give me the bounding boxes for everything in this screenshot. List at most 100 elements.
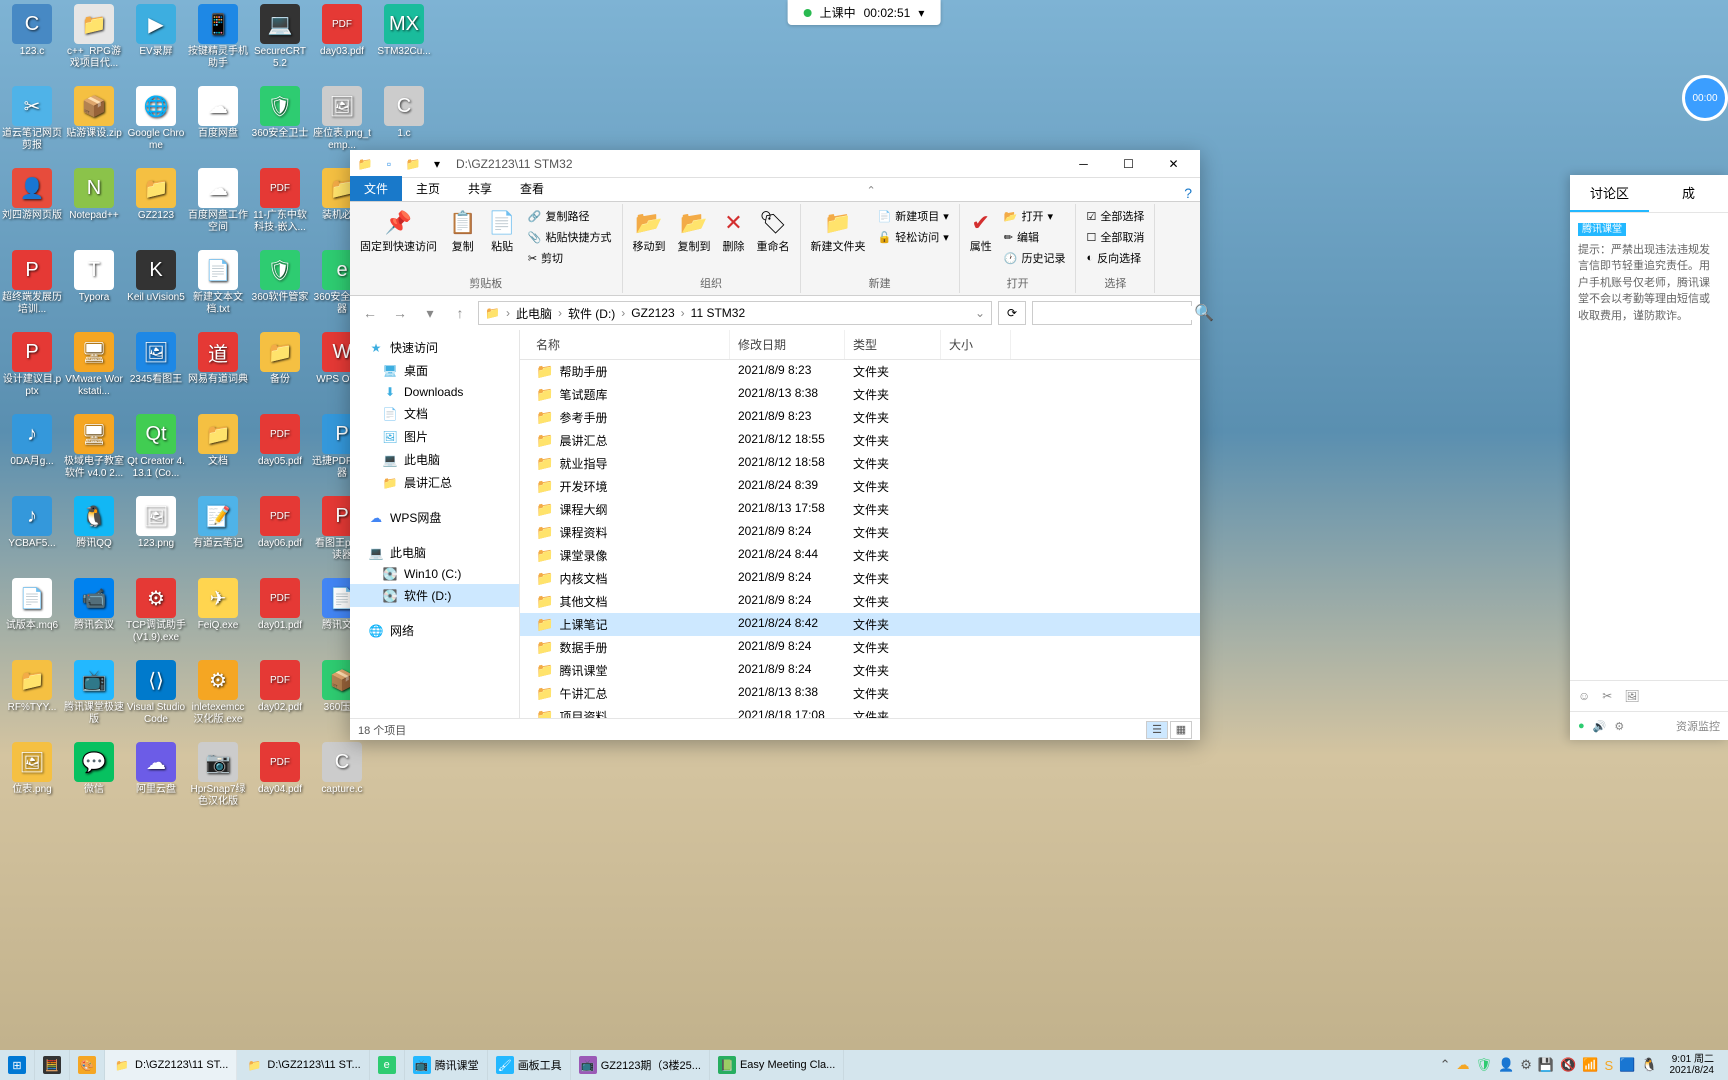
move-to-button[interactable]: 📂移动到 bbox=[629, 206, 670, 256]
desktop-icon[interactable]: P超终端发展历培训... bbox=[2, 250, 62, 316]
close-button[interactable]: ✕ bbox=[1151, 150, 1196, 178]
open-button[interactable]: 📂 打开 ▾ bbox=[1000, 206, 1070, 226]
tray-icon[interactable]: 🟦 bbox=[1619, 1057, 1635, 1073]
desktop-icon[interactable]: ☁百度网盘工作空间 bbox=[188, 168, 248, 234]
invert-selection-button[interactable]: ◐ 反向选择 bbox=[1082, 248, 1148, 268]
tray-icon[interactable]: S bbox=[1604, 1058, 1613, 1073]
desktop-icon[interactable]: PDFday05.pdf bbox=[250, 414, 310, 468]
sidebar-thispc2[interactable]: 💻此电脑 bbox=[350, 541, 519, 564]
qat-props[interactable]: ▫ bbox=[378, 153, 400, 175]
file-row[interactable]: 📁数据手册 2021/8/9 8:24 文件夹 bbox=[520, 636, 1200, 659]
taskbar-item[interactable]: 🎨 bbox=[70, 1050, 105, 1080]
tray-icon[interactable]: ⚙ bbox=[1520, 1057, 1532, 1073]
tab-file[interactable]: 文件 bbox=[350, 176, 402, 201]
desktop-icon[interactable]: 🖼123.png bbox=[126, 496, 186, 550]
sidebar-c-drive[interactable]: 💽Win10 (C:) bbox=[350, 564, 519, 584]
desktop-icon[interactable]: 📁GZ2123 bbox=[126, 168, 186, 222]
file-row[interactable]: 📁课堂录像 2021/8/24 8:44 文件夹 bbox=[520, 544, 1200, 567]
desktop-icon[interactable]: ⚙inletexemcc汉化版.exe bbox=[188, 660, 248, 726]
file-row[interactable]: 📁课程资料 2021/8/9 8:24 文件夹 bbox=[520, 521, 1200, 544]
file-row[interactable]: 📁笔试题库 2021/8/13 8:38 文件夹 bbox=[520, 383, 1200, 406]
recording-bar[interactable]: 上课中 00:02:51 ▾ bbox=[788, 0, 941, 25]
tray-icon[interactable]: 🛡 bbox=[1476, 1057, 1493, 1073]
search-input[interactable]: 🔍 bbox=[1032, 301, 1192, 325]
file-row[interactable]: 📁腾讯课堂 2021/8/9 8:24 文件夹 bbox=[520, 659, 1200, 682]
desktop-icon[interactable]: 📁c++_RPG游戏项目代... bbox=[64, 4, 124, 70]
desktop-icon[interactable]: ♪0DA月g... bbox=[2, 414, 62, 468]
qat-dropdown[interactable]: ▾ bbox=[426, 153, 448, 175]
image-icon[interactable]: 🖼 bbox=[1624, 689, 1639, 703]
tab-home[interactable]: 主页 bbox=[402, 176, 454, 201]
file-row[interactable]: 📁就业指导 2021/8/12 18:58 文件夹 bbox=[520, 452, 1200, 475]
desktop-icon[interactable]: 💬微信 bbox=[64, 742, 124, 796]
nav-forward[interactable]: → bbox=[388, 301, 412, 325]
refresh-button[interactable]: ⟳ bbox=[998, 301, 1026, 325]
timer-badge[interactable]: 00:00 bbox=[1682, 75, 1728, 121]
new-item-button[interactable]: 📄 新建项目 ▾ bbox=[874, 206, 953, 226]
desktop-icon[interactable]: ☁阿里云盘 bbox=[126, 742, 186, 796]
file-row[interactable]: 📁课程大纲 2021/8/13 17:58 文件夹 bbox=[520, 498, 1200, 521]
select-all-button[interactable]: ☑ 全部选择 bbox=[1082, 206, 1148, 226]
copy-button[interactable]: 📋复制 bbox=[445, 206, 480, 256]
chevron-down-icon[interactable]: ⌄ bbox=[975, 306, 985, 320]
file-row[interactable]: 📁开发环境 2021/8/24 8:39 文件夹 bbox=[520, 475, 1200, 498]
desktop-icon[interactable]: 🖼座位表.png_temp... bbox=[312, 86, 372, 152]
desktop-icon[interactable]: C1.c bbox=[374, 86, 434, 140]
tray-volume-icon[interactable]: 🔇 bbox=[1560, 1057, 1576, 1073]
edit-button[interactable]: ✏ 编辑 bbox=[1000, 227, 1070, 247]
desktop-icon[interactable]: PDFday04.pdf bbox=[250, 742, 310, 796]
chat-tab-discussion[interactable]: 讨论区 bbox=[1570, 175, 1649, 212]
desktop-icon[interactable]: 📄新建文本文档.txt bbox=[188, 250, 248, 316]
nav-recent[interactable]: ▾ bbox=[418, 301, 442, 325]
taskbar-item[interactable]: ⊞ bbox=[0, 1050, 35, 1080]
desktop-icon[interactable]: PDFday03.pdf bbox=[312, 4, 372, 58]
copy-path-button[interactable]: 🔗 复制路径 bbox=[524, 206, 616, 226]
desktop-icon[interactable]: 🌐Google Chrome bbox=[126, 86, 186, 152]
new-folder-button[interactable]: 📁新建文件夹 bbox=[807, 206, 870, 256]
taskbar-item[interactable]: 📁D:\GZ2123\11 ST... bbox=[237, 1050, 369, 1080]
desktop-icon[interactable]: PDF11-广东中软科技-嵌入... bbox=[250, 168, 310, 234]
file-row[interactable]: 📁上课笔记 2021/8/24 8:42 文件夹 bbox=[520, 613, 1200, 636]
desktop-icon[interactable]: 📹腾讯会议 bbox=[64, 578, 124, 632]
sidebar-chenjiang[interactable]: 📁晨讲汇总 bbox=[350, 471, 519, 494]
desktop-icon[interactable]: ☁百度网盘 bbox=[188, 86, 248, 140]
desktop-icon[interactable]: 📄试版本.mq6 bbox=[2, 578, 62, 632]
tray-network-icon[interactable]: 📶 bbox=[1582, 1057, 1598, 1073]
desktop-icon[interactable]: 🛡360安全卫士 bbox=[250, 86, 310, 140]
desktop-icon[interactable]: KKeil uVision5 bbox=[126, 250, 186, 304]
desktop-icon[interactable]: ✂道云笔记网页剪报 bbox=[2, 86, 62, 152]
desktop-icon[interactable]: 道网易有道词典 bbox=[188, 332, 248, 386]
desktop-icon[interactable]: TTypora bbox=[64, 250, 124, 304]
maximize-button[interactable]: ☐ bbox=[1106, 150, 1151, 178]
file-row[interactable]: 📁项目资料 2021/8/18 17:08 文件夹 bbox=[520, 705, 1200, 718]
desktop-icon[interactable]: 🐧腾讯QQ bbox=[64, 496, 124, 550]
taskbar-item[interactable]: 📗Easy Meeting Cla... bbox=[710, 1050, 844, 1080]
paste-shortcut-button[interactable]: 📎 粘贴快捷方式 bbox=[524, 227, 616, 247]
desktop-icon[interactable]: 📁文档 bbox=[188, 414, 248, 468]
col-type[interactable]: 类型 bbox=[845, 330, 941, 359]
qat-new[interactable]: 📁 bbox=[402, 153, 424, 175]
desktop-icon[interactable]: PDFday06.pdf bbox=[250, 496, 310, 550]
desktop-icon[interactable]: MXSTM32Cu... bbox=[374, 4, 434, 58]
monitor-label[interactable]: 资源监控 bbox=[1676, 718, 1720, 734]
desktop-icon[interactable]: 📷HprSnap7绿色汉化版 bbox=[188, 742, 248, 808]
desktop-icon[interactable]: 📁备份 bbox=[250, 332, 310, 386]
desktop-icon[interactable]: 👤刘四游网页版 bbox=[2, 168, 62, 222]
desktop-icon[interactable]: ⟨⟩Visual Studio Code bbox=[126, 660, 186, 726]
easy-access-button[interactable]: 🔓 轻松访问 ▾ bbox=[874, 227, 953, 247]
titlebar[interactable]: 📁 ▫ 📁 ▾ D:\GZ2123\11 STM32 ─ ☐ ✕ bbox=[350, 150, 1200, 178]
desktop-icon[interactable]: ▶EV录屏 bbox=[126, 4, 186, 58]
select-none-button[interactable]: ☐ 全部取消 bbox=[1082, 227, 1148, 247]
file-row[interactable]: 📁其他文档 2021/8/9 8:24 文件夹 bbox=[520, 590, 1200, 613]
sidebar-thispc[interactable]: 💻此电脑 bbox=[350, 448, 519, 471]
desktop-icon[interactable]: ✈FeiQ.exe bbox=[188, 578, 248, 632]
desktop-icon[interactable]: QtQt Creator 4.13.1 (Co... bbox=[126, 414, 186, 480]
properties-button[interactable]: ✔属性 bbox=[966, 206, 996, 256]
sidebar-wps[interactable]: ☁WPS网盘 bbox=[350, 506, 519, 529]
nav-back[interactable]: ← bbox=[358, 301, 382, 325]
settings-icon[interactable]: ⚙ bbox=[1614, 720, 1624, 733]
cut-button[interactable]: ✂ 剪切 bbox=[524, 248, 616, 268]
tray-icon[interactable]: 💾 bbox=[1538, 1057, 1554, 1073]
desktop-icon[interactable]: 📁RF%TYY... bbox=[2, 660, 62, 714]
col-size[interactable]: 大小 bbox=[941, 330, 1011, 359]
